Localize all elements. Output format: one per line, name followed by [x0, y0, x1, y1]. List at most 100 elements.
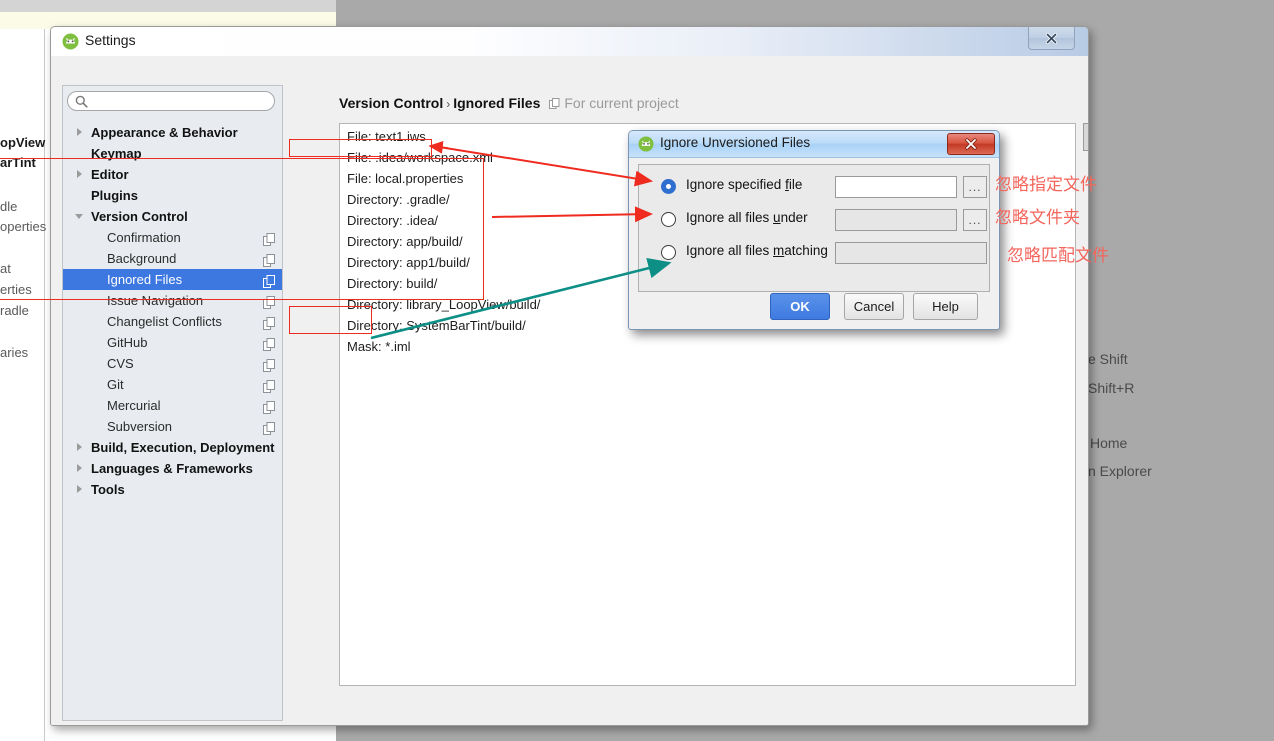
copy-settings-icon[interactable]	[263, 336, 275, 351]
sidebar-item-build-execution-deployment[interactable]: Build, Execution, Deployment	[63, 437, 282, 458]
background-text-fragment: at	[0, 261, 11, 276]
radio-option-1[interactable]	[661, 179, 676, 194]
dialog-cancel-button[interactable]: Cancel	[844, 293, 904, 320]
chevron-right-icon[interactable]	[77, 128, 82, 136]
settings-title: Settings	[85, 32, 136, 48]
breadcrumb-separator: ›	[446, 97, 451, 111]
browse-button-1[interactable]: ...	[963, 176, 987, 198]
dialog-title: Ignore Unversioned Files	[660, 135, 811, 150]
ignored-file-row[interactable]: File: text1.iws	[347, 126, 426, 147]
sidebar-item-label: Subversion	[107, 419, 173, 434]
android-studio-icon	[638, 136, 654, 152]
ignored-file-row[interactable]: Directory: .idea/	[347, 210, 438, 231]
copy-settings-icon[interactable]	[263, 420, 275, 435]
sidebar-item-label: CVS	[107, 356, 134, 371]
breadcrumb-scope-note: For current project	[549, 95, 679, 111]
sidebar-item-label: Mercurial	[107, 398, 161, 413]
background-text-fragment: radle	[0, 303, 29, 318]
breadcrumb-parent[interactable]: Version Control	[339, 95, 443, 111]
ignored-file-row[interactable]: Directory: app/build/	[347, 231, 463, 252]
copy-settings-icon[interactable]	[263, 252, 275, 267]
background-text-fragment: dle	[0, 199, 18, 214]
radio-option-label[interactable]: Ignore all files matching	[686, 243, 828, 258]
radio-option-label[interactable]: Ignore specified file	[686, 177, 802, 192]
add-button[interactable]	[1083, 123, 1088, 151]
breadcrumb: Version Control › Ignored Files For current…	[339, 95, 679, 111]
copy-settings-icon[interactable]	[263, 315, 275, 330]
dialog-ok-button[interactable]: OK	[770, 293, 830, 320]
ignored-file-row[interactable]: File: .idea/workspace.xml	[347, 147, 493, 168]
ignore-option-input-1[interactable]	[835, 176, 957, 198]
sidebar-item-label: Editor	[91, 167, 129, 182]
ignored-file-row[interactable]: Directory: SystemBarTint/build/	[347, 315, 526, 336]
dialog-titlebar: Ignore Unversioned Files	[629, 131, 999, 158]
search-input[interactable]	[67, 91, 275, 111]
copy-settings-icon[interactable]	[263, 399, 275, 414]
browse-button-2[interactable]: ...	[963, 209, 987, 231]
dialog-options-panel: Ignore specified file... Ignore all files…	[638, 164, 990, 292]
ignored-file-row[interactable]: Directory: build/	[347, 273, 437, 294]
ignored-file-row[interactable]: Mask: *.iml	[347, 336, 411, 357]
ignore-option-row: Ignore all files matching	[639, 241, 989, 265]
sidebar-item-editor[interactable]: Editor	[63, 164, 282, 185]
sidebar-item-background[interactable]: Background	[63, 248, 282, 269]
radio-option-label[interactable]: Ignore all files under	[686, 210, 808, 225]
sidebar-item-subversion[interactable]: Subversion	[63, 416, 282, 437]
sidebar-item-tools[interactable]: Tools	[63, 479, 282, 500]
sidebar-item-mercurial[interactable]: Mercurial	[63, 395, 282, 416]
settings-close-button[interactable]	[1028, 27, 1075, 50]
sidebar-item-keymap[interactable]: Keymap	[63, 143, 282, 164]
copy-settings-icon[interactable]	[263, 378, 275, 393]
sidebar-item-label: Confirmation	[107, 230, 181, 245]
copy-settings-icon[interactable]	[263, 357, 275, 372]
copy-settings-icon[interactable]	[263, 273, 275, 288]
sidebar-item-label: Languages & Frameworks	[91, 461, 253, 476]
background-text-fragment: Shift+R	[1088, 380, 1135, 396]
dialog-help-button[interactable]: Help	[913, 293, 978, 320]
settings-titlebar: Settings	[51, 27, 1088, 57]
sidebar-item-github[interactable]: GitHub	[63, 332, 282, 353]
sidebar-item-label: Changelist Conflicts	[107, 314, 222, 329]
chevron-right-icon[interactable]	[77, 485, 82, 493]
settings-tree: Appearance & Behavior Keymap Editor Plugins…	[63, 122, 282, 500]
chevron-down-icon[interactable]	[75, 214, 83, 219]
radio-option-3[interactable]	[661, 245, 676, 260]
sidebar-item-version-control[interactable]: Version Control	[63, 206, 282, 227]
sidebar-item-cvs[interactable]: CVS	[63, 353, 282, 374]
sidebar-item-label: Plugins	[91, 188, 138, 203]
sidebar-item-changelist-conflicts[interactable]: Changelist Conflicts	[63, 311, 282, 332]
copy-settings-icon[interactable]	[263, 294, 275, 309]
sidebar-item-languages-frameworks[interactable]: Languages & Frameworks	[63, 458, 282, 479]
android-studio-icon	[62, 33, 79, 50]
ignored-file-row[interactable]: Directory: app1/build/	[347, 252, 470, 273]
chevron-right-icon[interactable]	[77, 443, 82, 451]
radio-option-2[interactable]	[661, 212, 676, 227]
sidebar-item-label: Build, Execution, Deployment	[91, 440, 275, 455]
copy-settings-icon[interactable]	[263, 231, 275, 246]
chevron-right-icon[interactable]	[77, 464, 82, 472]
background-text-fragment: opView	[0, 135, 46, 150]
chinese-annotation-label: 忽略指定文件	[995, 175, 1097, 195]
background-text-fragment: erties	[0, 282, 32, 297]
ignored-file-row[interactable]: Directory: library_LoopView/build/	[347, 294, 540, 315]
background-text-fragment: Home	[1090, 435, 1128, 451]
ignored-file-row[interactable]: File: local.properties	[347, 168, 463, 189]
ignore-option-input-2	[835, 209, 957, 231]
background-text-fragment: e Shift	[1088, 351, 1128, 367]
settings-sidebar: Appearance & Behavior Keymap Editor Plugins…	[62, 85, 283, 721]
ignored-file-row[interactable]: Directory: .gradle/	[347, 189, 450, 210]
dialog-close-button[interactable]	[947, 133, 995, 155]
dialog-button-bar: OK Cancel Help	[629, 293, 999, 323]
sidebar-item-issue-navigation[interactable]: Issue Navigation	[63, 290, 282, 311]
sidebar-item-ignored-files[interactable]: Ignored Files	[63, 269, 282, 290]
sidebar-item-confirmation[interactable]: Confirmation	[63, 227, 282, 248]
sidebar-item-label: GitHub	[107, 335, 148, 350]
ignore-option-input-3	[835, 242, 987, 264]
search-wrapper	[67, 91, 277, 113]
sidebar-item-label: Tools	[91, 482, 125, 497]
chevron-right-icon[interactable]	[77, 170, 82, 178]
chinese-annotation-label: 忽略文件夹	[995, 208, 1080, 228]
sidebar-item-plugins[interactable]: Plugins	[63, 185, 282, 206]
sidebar-item-appearance-behavior[interactable]: Appearance & Behavior	[63, 122, 282, 143]
sidebar-item-git[interactable]: Git	[63, 374, 282, 395]
